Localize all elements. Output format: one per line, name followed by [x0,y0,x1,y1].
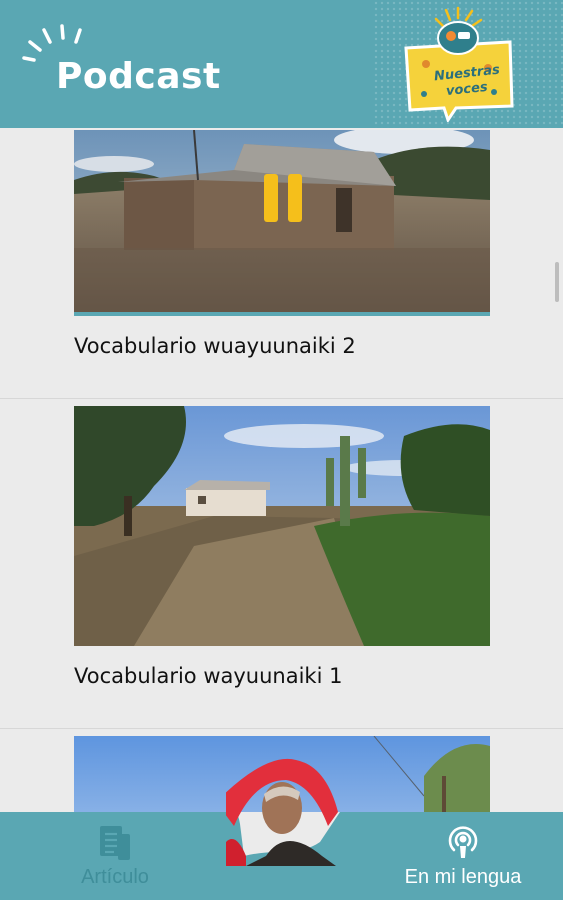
scrollbar[interactable] [555,262,559,302]
episode-title[interactable]: Vocabulario wayuunaiki 1 [74,664,342,688]
episode-list[interactable]: Vocabulario wuayuunaiki 2 Vocabulario wa… [0,128,563,812]
episode-thumbnail[interactable] [74,130,490,312]
pause-bar-left [264,174,278,222]
pause-bar-right [288,174,302,222]
article-icon [100,826,130,860]
tab-articulo[interactable]: Artículo [40,812,190,900]
episode-title[interactable]: Vocabulario wuayuunaiki 2 [74,334,356,358]
tab-en-mi-lengua-label: En mi lengua [404,866,522,888]
list-item[interactable]: Vocabulario wuayuunaiki 2 [0,128,563,399]
list-item[interactable]: Vocabulario wayuunaiki 1 [0,398,563,729]
podcast-icon [448,826,478,858]
tab-en-mi-lengua[interactable]: En mi lengua [388,812,538,900]
featured-avatar-button[interactable] [226,756,346,866]
nuestras-voces-logo [404,6,514,122]
pause-button[interactable] [264,174,302,222]
tab-articulo-label: Artículo [81,866,149,888]
page-title: Podcast [56,56,221,97]
desert-landscape-image [74,406,490,646]
episode-thumbnail[interactable] [74,406,490,646]
bottom-navigation: Artículo En mi lengua [0,758,563,900]
app-header: Podcast Nuestras voces [0,0,563,128]
woman-avatar-image [226,758,338,866]
playback-progress-bar [74,312,490,316]
